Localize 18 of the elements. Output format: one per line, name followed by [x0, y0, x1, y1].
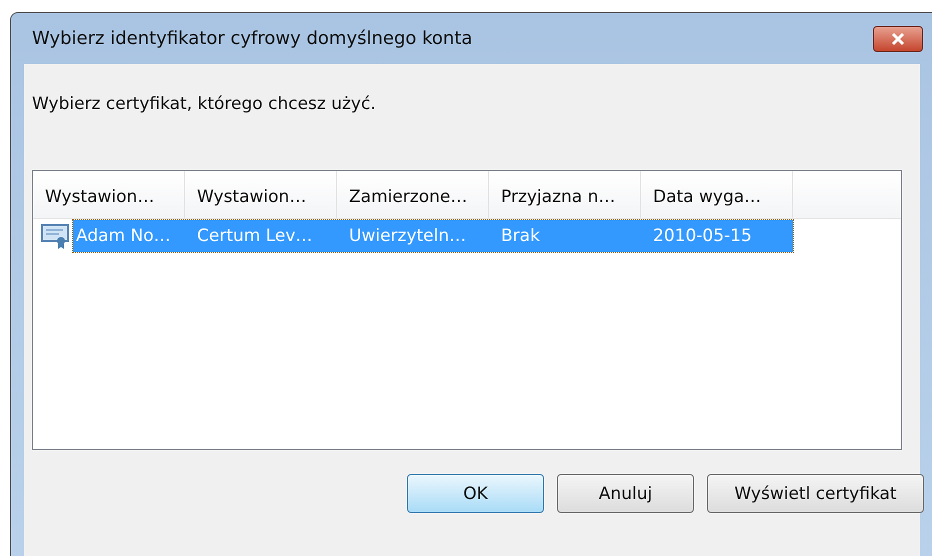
table-cell-text: 2010-05-15 — [652, 226, 753, 246]
window-title: Wybierz identyfikator cyfrowy domyślnego konta — [31, 28, 472, 49]
instruction-text: Wybierz certyfikat, którego chcesz użyć. — [32, 94, 377, 116]
dialog-button[interactable]: Wyświetl certyfikat — [707, 474, 924, 513]
dialog-button[interactable]: OK — [407, 474, 544, 513]
close-button[interactable] — [873, 26, 923, 52]
column-header[interactable]: Zamierzone… — [337, 171, 489, 218]
table-cell-text: Adam No… — [75, 226, 172, 246]
column-header[interactable]: Data wyga… — [641, 171, 793, 218]
certificate-icon — [41, 223, 71, 249]
table-cell-text: Certum Lev… — [196, 226, 314, 246]
column-header[interactable]: Wystawion… — [185, 171, 337, 218]
close-icon — [889, 32, 907, 46]
table-cell-text: Uwierzyteln… — [348, 226, 468, 246]
column-header[interactable]: Wystawion… — [33, 171, 185, 218]
dialog-button[interactable]: Anuluj — [557, 474, 694, 513]
column-header[interactable]: Przyjazna n… — [489, 171, 641, 218]
table-cell-text: Brak — [500, 226, 541, 246]
